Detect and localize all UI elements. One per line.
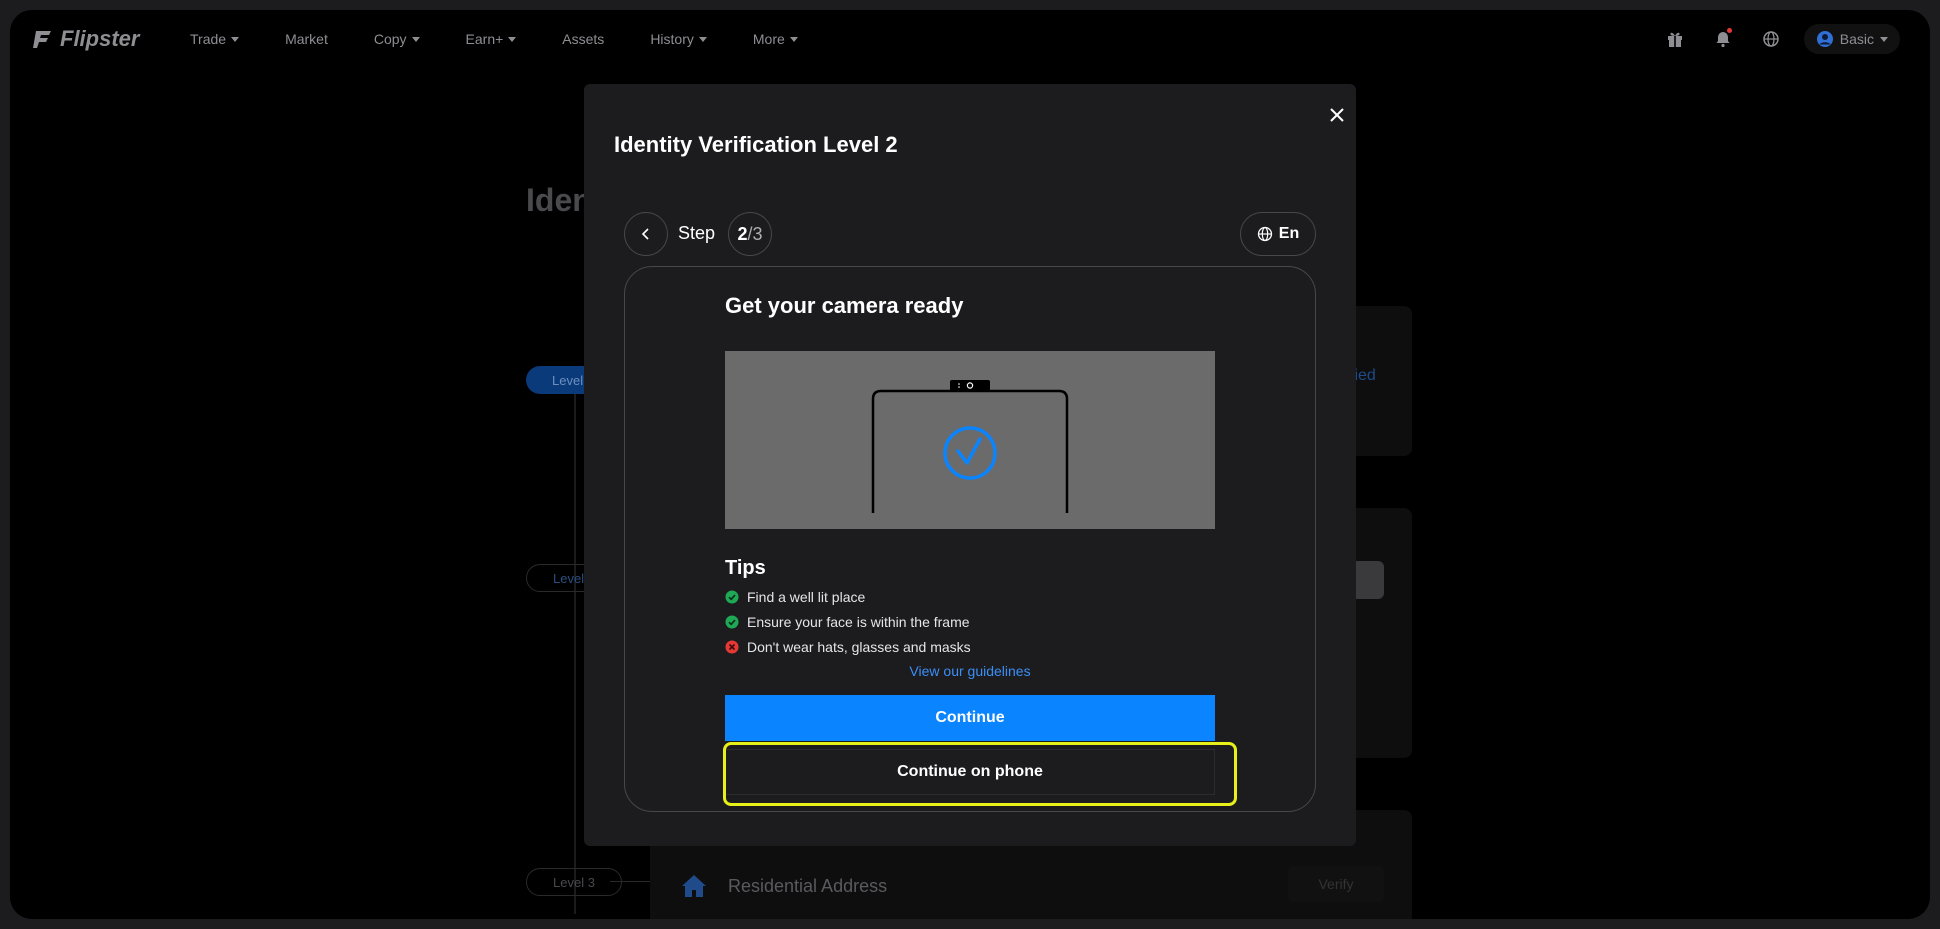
check-circle-icon bbox=[725, 590, 739, 604]
gift-icon bbox=[1667, 32, 1682, 47]
caret-down-icon bbox=[698, 36, 707, 42]
tips-title: Tips bbox=[725, 557, 766, 579]
logo-text: Flipster bbox=[60, 26, 140, 51]
caret-down-icon bbox=[508, 36, 517, 42]
nav-item-copy[interactable]: Copy bbox=[374, 31, 420, 47]
home-icon bbox=[682, 875, 706, 897]
step-current: 2 bbox=[737, 223, 748, 244]
nav-items: Trade Market Copy Earn+ Assets History M… bbox=[190, 10, 844, 68]
top-nav: Flipster Trade Market Copy Earn+ Assets bbox=[10, 10, 1930, 68]
nav-item-label: Earn+ bbox=[465, 31, 504, 47]
nav-item-market[interactable]: Market bbox=[285, 31, 328, 47]
continue-on-phone-button[interactable]: Continue on phone bbox=[725, 749, 1215, 795]
residential-address-label: Residential Address bbox=[728, 875, 888, 896]
chevron-left-icon bbox=[641, 228, 649, 240]
step-counter: 2 / 3 bbox=[728, 212, 772, 256]
nav-item-label: Copy bbox=[373, 31, 407, 47]
nav-item-earn[interactable]: Earn+ bbox=[466, 31, 517, 47]
language-button[interactable] bbox=[1756, 24, 1786, 54]
tip-item: Find a well lit place bbox=[725, 589, 865, 605]
logo[interactable]: Flipster bbox=[32, 26, 139, 52]
card-heading: Get your camera ready bbox=[725, 293, 964, 318]
tip-item: Ensure your face is within the frame bbox=[725, 614, 970, 630]
notifications-button[interactable] bbox=[1708, 24, 1738, 54]
camera-illustration bbox=[725, 351, 1215, 529]
close-icon bbox=[1330, 108, 1344, 122]
check-circle-icon bbox=[725, 615, 739, 629]
language-select-button[interactable]: En bbox=[1240, 212, 1316, 256]
background-verify-button: Verify bbox=[1288, 866, 1384, 902]
nav-item-label: More bbox=[752, 31, 785, 47]
verification-content-card: Get your camera ready Tips Find a well l… bbox=[624, 266, 1316, 812]
background-level-3-badge: Level 3 bbox=[526, 868, 622, 896]
step-total: 3 bbox=[752, 223, 763, 244]
caret-down-icon bbox=[411, 36, 420, 42]
nav-item-trade[interactable]: Trade bbox=[190, 31, 240, 47]
identity-verification-modal: Identity Verification Level 2 Step 2 / 3 bbox=[584, 84, 1356, 846]
user-tier-label: Basic bbox=[1839, 31, 1874, 47]
view-guidelines-link[interactable]: View our guidelines bbox=[725, 663, 1215, 679]
background-residential-row: Residential Address bbox=[680, 872, 887, 900]
tip-text: Ensure your face is within the frame bbox=[747, 614, 970, 630]
caret-down-icon bbox=[231, 36, 240, 42]
nav-item-label: Assets bbox=[562, 31, 605, 47]
step-label: Step bbox=[678, 223, 716, 243]
close-button[interactable] bbox=[1324, 102, 1350, 128]
back-button[interactable] bbox=[624, 212, 668, 256]
nav-item-label: Market bbox=[285, 31, 328, 47]
language-label: En bbox=[1278, 225, 1300, 242]
background-page-title: Iden bbox=[526, 182, 592, 218]
laptop-camera-check-icon bbox=[725, 351, 1215, 529]
nav-item-more[interactable]: More bbox=[753, 31, 798, 47]
globe-icon bbox=[1257, 226, 1272, 242]
nav-item-label: History bbox=[650, 31, 694, 47]
nav-item-assets[interactable]: Assets bbox=[562, 31, 604, 47]
caret-down-icon bbox=[789, 36, 798, 42]
nav-item-history[interactable]: History bbox=[650, 31, 707, 47]
caret-down-icon bbox=[1880, 36, 1888, 42]
background-connector bbox=[610, 881, 650, 882]
app-window: Flipster Trade Market Copy Earn+ Assets bbox=[10, 10, 1930, 919]
nav-item-label: Trade bbox=[190, 31, 227, 47]
tip-text: Don't wear hats, glasses and masks bbox=[747, 639, 971, 655]
step-row: Step 2 / 3 En bbox=[624, 212, 1316, 256]
flipster-logo-icon bbox=[33, 31, 51, 48]
nav-right: Basic bbox=[1660, 24, 1900, 54]
notification-dot bbox=[1726, 28, 1732, 33]
gift-button[interactable] bbox=[1660, 24, 1690, 54]
tip-item: Don't wear hats, glasses and masks bbox=[725, 639, 971, 655]
modal-title: Identity Verification Level 2 bbox=[614, 132, 898, 157]
x-circle-icon bbox=[725, 640, 739, 654]
continue-button[interactable]: Continue bbox=[725, 695, 1215, 741]
tip-text: Find a well lit place bbox=[747, 589, 866, 605]
globe-icon bbox=[1763, 31, 1779, 47]
user-menu-button[interactable]: Basic bbox=[1803, 24, 1900, 54]
background-timeline bbox=[574, 394, 576, 914]
user-avatar-icon bbox=[1816, 31, 1833, 47]
